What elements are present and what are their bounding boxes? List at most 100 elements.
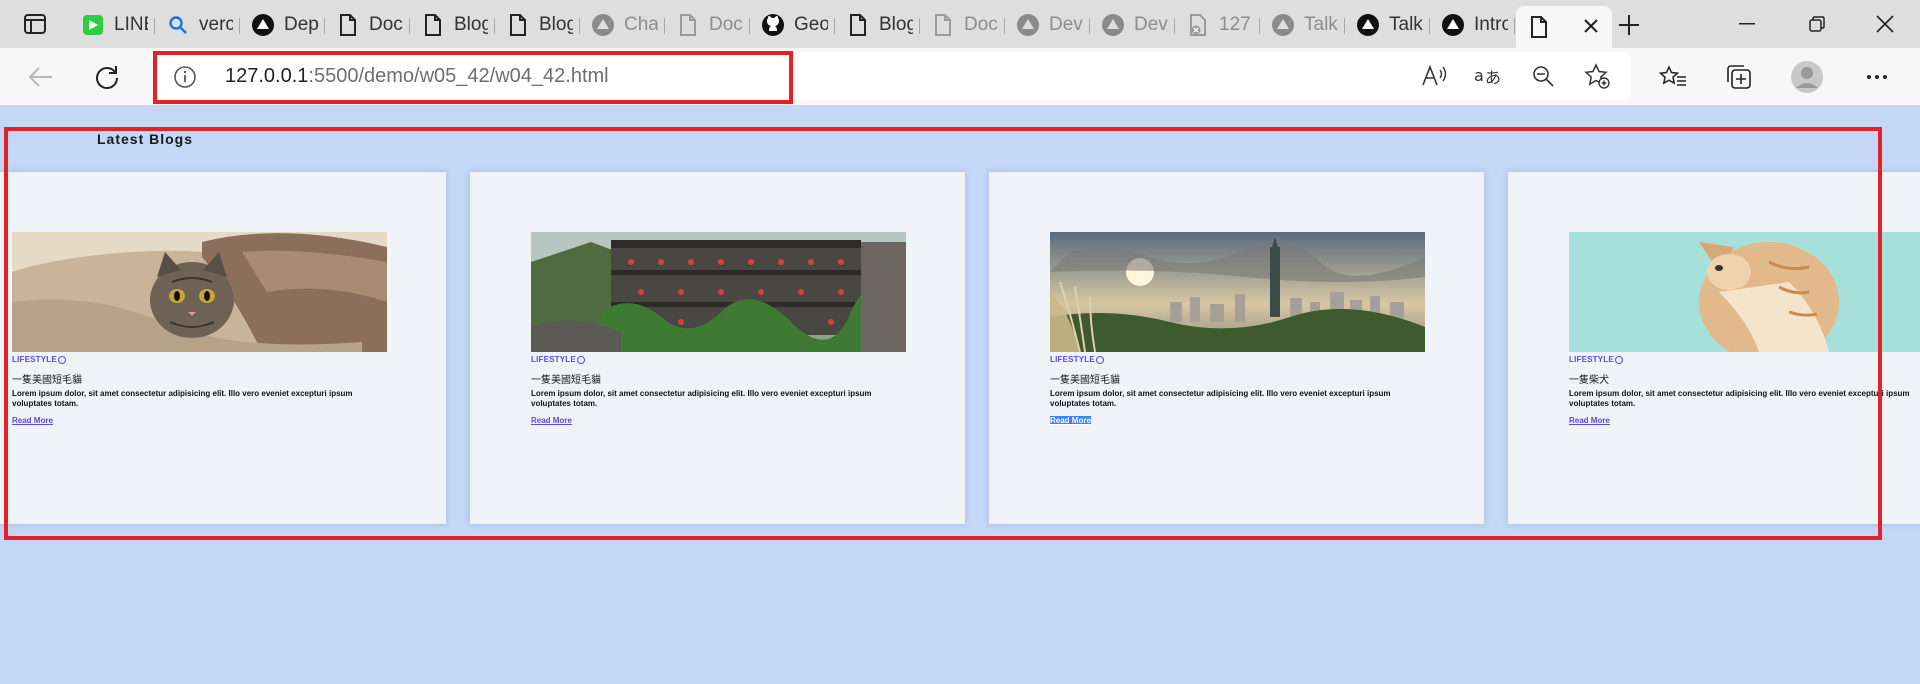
vercel-gray-icon [592,14,614,36]
back-arrow-icon [28,67,52,87]
tab-title: LINE [114,14,148,35]
tab-title: Dev [1134,14,1168,35]
plus-icon [1619,15,1639,35]
svg-text:あ: あ [1485,68,1501,87]
tab[interactable]: Blog [835,6,920,44]
card-category: LIFESTYLE [12,355,66,364]
tab-title: Docs [709,14,743,35]
card-title: 一隻美國短毛貓 [1050,375,1120,386]
add-favorite-icon[interactable] [1579,60,1615,92]
vercel-icon [252,14,274,36]
tab[interactable]: Intro [1430,6,1515,44]
category-icon [576,355,585,364]
close-window-button[interactable] [1865,8,1905,40]
vercel-gray-icon [1272,14,1294,36]
search-icon [167,14,189,36]
tab-title: Docs [964,14,998,35]
card-image-kitten [1569,232,1920,352]
category-label: LIFESTYLE [1050,355,1095,364]
card-category: LIFESTYLE [1569,355,1623,364]
tab-actions-icon [24,14,46,34]
site-info-icon[interactable] [173,65,197,94]
tab-title: Dev [1049,14,1083,35]
tab[interactable]: GeoJ [750,6,835,44]
avatar-icon [1791,61,1823,93]
vercel-gray-icon [1017,14,1039,36]
url-text[interactable]: 127.0.0.1:5500/demo/w05_42/w04_42.html [225,65,609,88]
tab[interactable]: Docs [665,6,750,44]
card-description: Lorem ipsum dolor, sit amet consectetur … [1050,389,1391,408]
profile-button[interactable] [1790,60,1824,94]
tab[interactable]: 127 [1175,6,1260,44]
vercel-icon [1357,14,1379,36]
web-page: Latest Blogs LIFESTYLE 一隻美國短毛貓 Lorem ips… [0,106,1920,684]
tab[interactable]: Talk [1260,6,1345,44]
translate-icon[interactable]: aあ [1471,60,1507,92]
tab-title: Deploy [284,14,318,35]
settings-more-button[interactable] [1860,60,1894,94]
tab[interactable]: Blog [495,6,580,44]
blog-card: LIFESTYLE 一隻美國短毛貓 Lorem ipsum dolor, sit… [470,172,965,524]
tab[interactable]: Deploy [240,6,325,44]
tab-title: Docs [369,14,403,35]
tab[interactable]: Talk [1345,6,1430,44]
minimize-button[interactable] [1727,8,1767,40]
refresh-button[interactable] [90,60,124,94]
back-button[interactable] [24,60,58,94]
category-label: LIFESTYLE [531,355,576,364]
blog-card: LIFESTYLE 一隻美國短毛貓 Lorem ipsum dolor, sit… [0,172,446,524]
address-toolbar: 127.0.0.1:5500/demo/w05_42/w04_42.html a… [0,48,1920,106]
tab-title: vercel [199,14,233,35]
tab-actions-button[interactable] [18,10,52,38]
tab-title: Intro [1474,14,1508,35]
page-icon [1528,16,1550,38]
card-category: LIFESTYLE [1050,355,1104,364]
page-gray-icon [932,14,954,36]
page-icon [337,14,359,36]
more-icon [1867,75,1887,79]
category-icon [57,355,66,364]
url-path: :5500/demo/w05_42/w04_42.html [308,65,609,87]
tab[interactable]: LINE [70,6,155,44]
card-image-cat [12,232,387,352]
tab[interactable]: Dev [1005,6,1090,44]
tab-title: Blog [879,14,913,35]
read-more-link[interactable]: Read More [1050,416,1091,425]
tab[interactable]: vercel [155,6,240,44]
card-category: LIFESTYLE [531,355,585,364]
tab-title: Chat [624,14,658,35]
read-more-link[interactable]: Read More [531,416,572,425]
restore-button[interactable] [1797,8,1837,40]
address-bar[interactable]: 127.0.0.1:5500/demo/w05_42/w04_42.html a… [153,51,1631,104]
tab[interactable]: Chat [580,6,665,44]
page-icon [507,14,529,36]
collections-button[interactable] [1722,60,1756,94]
section-title: Latest Blogs [97,131,194,147]
tab-strip: LINE vercel Deploy Docs Blog Blog Chat Docs GeoJ… [0,0,1920,48]
address-bar-actions: aあ [1417,60,1615,92]
category-label: LIFESTYLE [12,355,57,364]
tab-title: 127 [1219,14,1251,35]
vercel-icon [1442,14,1464,36]
tab[interactable]: Dev [1090,6,1175,44]
tab[interactable]: Docs [920,6,1005,44]
card-title: 一隻柴犬 [1569,375,1609,386]
close-tab-icon[interactable] [1582,17,1600,35]
page-error-icon [1187,14,1209,36]
new-tab-button[interactable] [1614,10,1644,40]
tab-active[interactable] [1516,6,1612,48]
tab-title: Talk [1389,14,1423,35]
zoom-out-icon[interactable] [1525,60,1561,92]
favorites-button[interactable] [1656,60,1690,94]
tab[interactable]: Blog [410,6,495,44]
tab-title: GeoJ [794,14,828,35]
category-icon [1614,355,1623,364]
read-more-link[interactable]: Read More [12,416,53,425]
tab[interactable]: Docs [325,6,410,44]
read-more-link[interactable]: Read More [1569,416,1610,425]
category-icon [1095,355,1104,364]
read-aloud-icon[interactable] [1417,60,1453,92]
page-icon [422,14,444,36]
page-icon [847,14,869,36]
card-image-skyline [1050,232,1425,352]
